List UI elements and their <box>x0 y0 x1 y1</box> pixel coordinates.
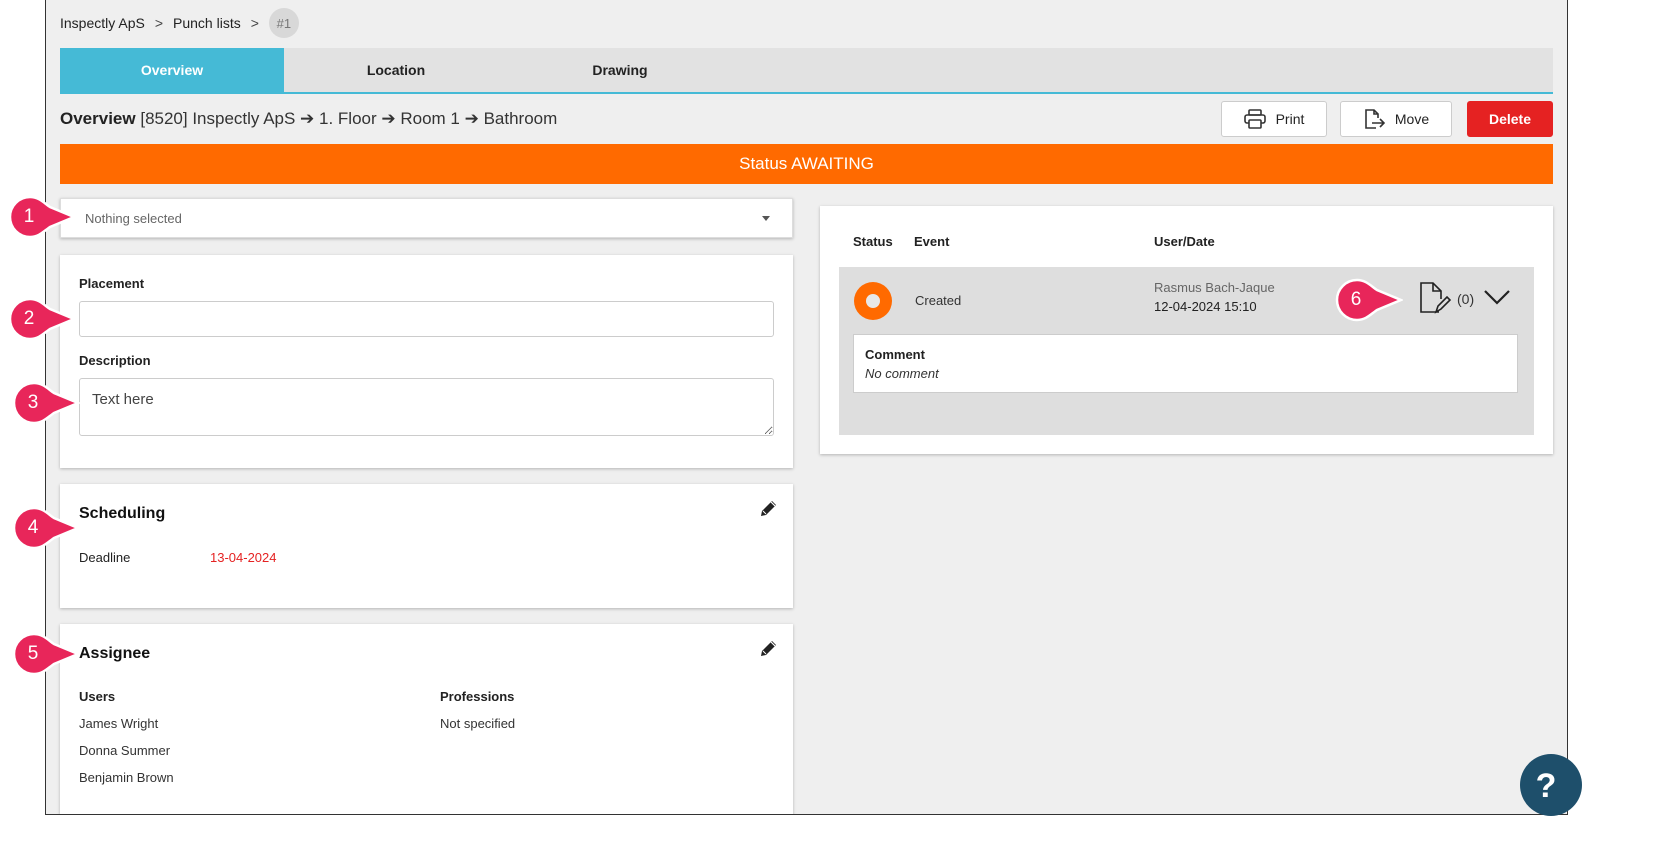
deadline-value: 13-04-2024 <box>210 550 277 565</box>
print-label: Print <box>1275 111 1305 127</box>
move-button[interactable]: Move <box>1340 101 1452 137</box>
chevron-right-icon: > <box>154 15 164 31</box>
comment-value: No comment <box>865 366 939 381</box>
scheduling-card: Scheduling Deadline 13-04-2024 <box>60 484 793 608</box>
attachments-count: (0) <box>1457 291 1475 307</box>
user-item: Benjamin Brown <box>79 770 174 785</box>
annotation-marker-2: 2 <box>8 297 76 341</box>
assignee-title: Assignee <box>79 645 151 662</box>
breadcrumb-item-punch-lists[interactable]: Punch lists <box>173 15 241 31</box>
details-card: Placement Description <box>60 255 793 468</box>
status-dot-icon <box>854 282 892 320</box>
category-select-value: Nothing selected <box>85 210 182 226</box>
description-label: Description <box>79 353 151 368</box>
annotation-marker-3: 3 <box>12 381 80 425</box>
assignee-card: Assignee Users James Wright Donna Summer… <box>60 624 793 814</box>
caret-down-icon <box>762 216 770 221</box>
placement-input[interactable] <box>79 301 774 337</box>
file-export-icon <box>1365 109 1385 129</box>
page-title-bold: Overview <box>60 109 136 128</box>
column-header-user-date: User/Date <box>1154 234 1215 249</box>
tab-location[interactable]: Location <box>284 48 508 92</box>
user-item: James Wright <box>79 716 159 731</box>
event-user: Rasmus Bach-Jaque <box>1154 280 1275 295</box>
breadcrumb-item-company[interactable]: Inspectly ApS <box>60 15 145 31</box>
page-title-path: [8520] Inspectly ApS ➔ 1. Floor ➔ Room 1… <box>140 109 558 128</box>
annotation-marker-5: 5 <box>12 632 80 676</box>
event-date: 12-04-2024 15:10 <box>1154 299 1257 314</box>
scheduling-title: Scheduling <box>79 505 166 522</box>
comment-label: Comment <box>865 347 925 362</box>
help-button[interactable]: ? <box>1520 754 1582 816</box>
app-frame: Inspectly ApS > Punch lists > #1 Overvie… <box>45 0 1568 815</box>
move-label: Move <box>1394 111 1430 127</box>
print-button[interactable]: Print <box>1221 101 1327 137</box>
annotation-marker-6: 6 <box>1335 278 1403 322</box>
column-header-event: Event <box>914 234 950 249</box>
user-item: Donna Summer <box>79 743 171 758</box>
status-banner: Status AWAITING <box>60 144 1553 184</box>
delete-button[interactable]: Delete <box>1467 101 1553 137</box>
breadcrumb-current: #1 <box>268 8 299 38</box>
breadcrumb: Inspectly ApS > Punch lists > #1 <box>60 8 299 38</box>
event-comment-box: Comment No comment <box>853 334 1518 393</box>
chevron-right-icon: > <box>250 15 259 31</box>
file-edit-icon[interactable] <box>1419 281 1455 315</box>
history-card: Status Event User/Date Created Rasmus Ba… <box>820 206 1553 454</box>
annotation-marker-4: 4 <box>12 506 80 550</box>
annotation-marker-1: 1 <box>8 195 76 239</box>
professions-value: Not specified <box>440 716 516 731</box>
chevron-down-icon[interactable] <box>1483 288 1511 306</box>
tab-overview[interactable]: Overview <box>60 48 284 92</box>
pencil-icon[interactable] <box>759 638 779 658</box>
tab-bar: Overview Location Drawing <box>60 48 1553 94</box>
column-header-status: Status <box>853 234 893 249</box>
event-name: Created <box>915 293 962 308</box>
category-select[interactable]: Nothing selected <box>60 198 793 238</box>
tab-drawing[interactable]: Drawing <box>508 48 732 92</box>
description-textarea[interactable] <box>79 378 774 436</box>
users-label: Users <box>79 689 116 704</box>
deadline-label: Deadline <box>79 550 131 565</box>
pencil-icon[interactable] <box>759 498 779 518</box>
page-title: Overview [8520] Inspectly ApS ➔ 1. Floor… <box>60 109 557 129</box>
printer-icon <box>1243 109 1266 129</box>
history-event: Created Rasmus Bach-Jaque 12-04-2024 15:… <box>839 267 1534 435</box>
professions-label: Professions <box>440 689 515 704</box>
placement-label: Placement <box>79 276 145 291</box>
